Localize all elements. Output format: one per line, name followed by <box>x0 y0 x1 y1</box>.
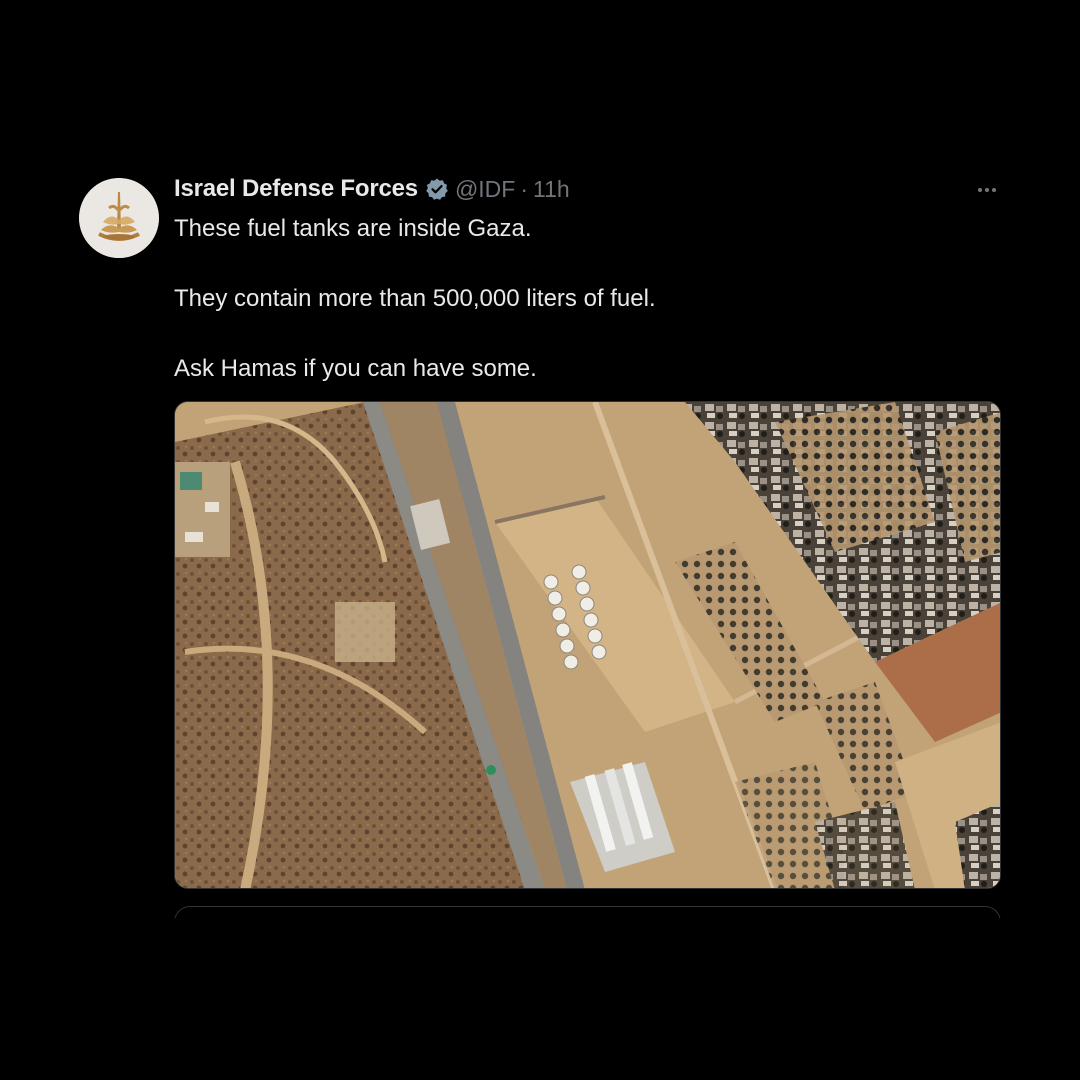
more-dot <box>992 188 996 192</box>
verified-badge-icon <box>426 178 448 200</box>
more-dot <box>978 188 982 192</box>
more-options-icon[interactable] <box>970 176 1004 204</box>
handle[interactable]: @IDF <box>455 176 515 203</box>
idf-emblem-icon <box>79 178 159 258</box>
tweet-paragraph: These fuel tanks are inside Gaza. <box>174 215 532 242</box>
separator-dot: · <box>520 175 529 202</box>
tweet[interactable]: Israel Defense Forces @IDF · 11h These f… <box>0 0 1080 1080</box>
more-dot <box>985 188 989 192</box>
tweet-image[interactable] <box>174 401 1001 889</box>
timestamp[interactable]: 11h <box>533 176 570 203</box>
tweet-paragraph: They contain more than 500,000 liters of… <box>174 285 656 312</box>
next-card-mask <box>160 918 1020 978</box>
tweet-header: Israel Defense Forces @IDF · 11h <box>174 172 570 206</box>
avatar[interactable] <box>79 178 159 258</box>
tweet-text: These fuel tanks are inside Gaza. They c… <box>174 211 994 421</box>
tweet-paragraph: Ask Hamas if you can have some. <box>174 355 537 382</box>
satellite-image <box>175 402 1000 888</box>
display-name[interactable]: Israel Defense Forces <box>174 175 418 203</box>
